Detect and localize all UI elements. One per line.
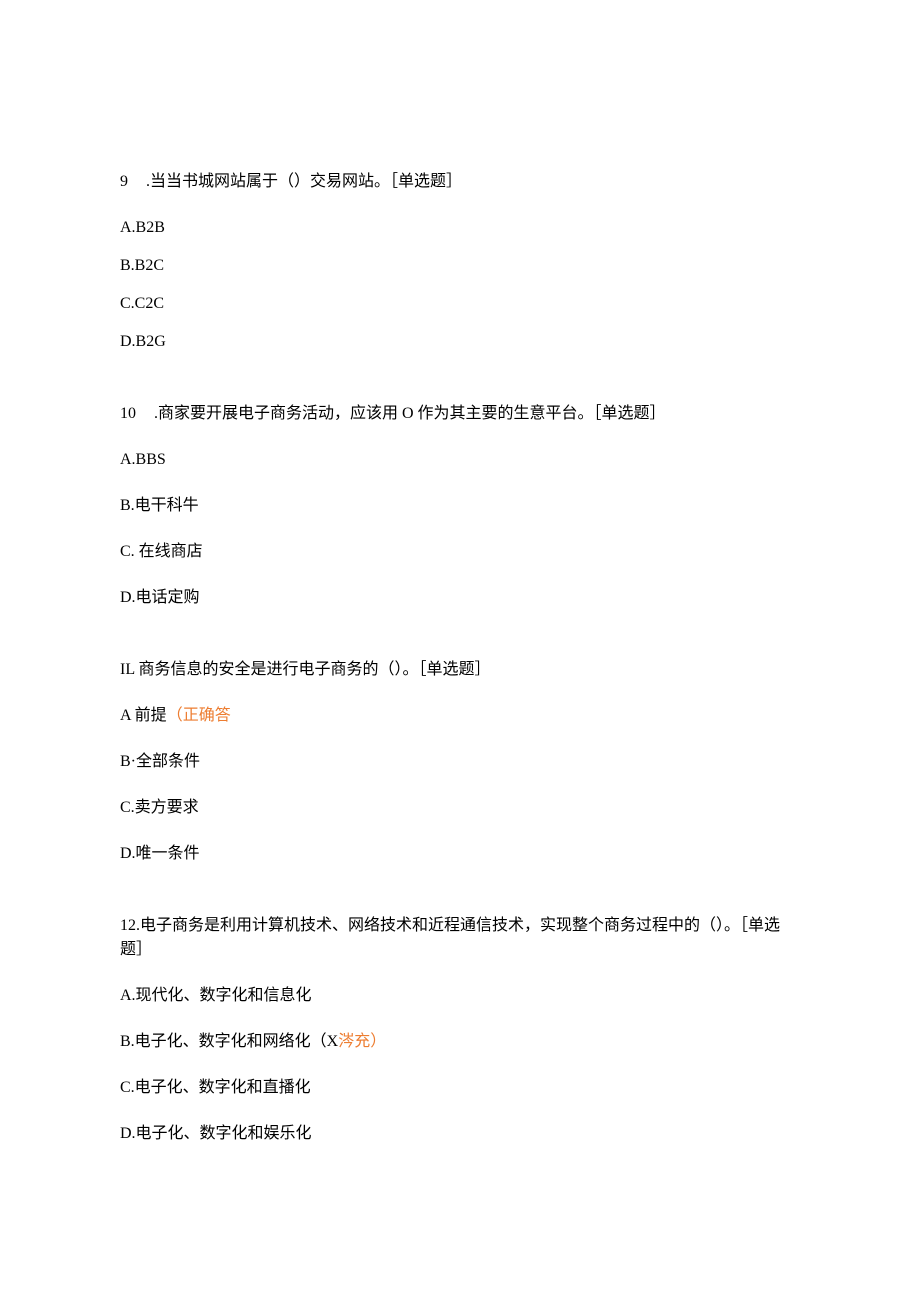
option-a: A.现代化、数字化和信息化 — [120, 984, 800, 1008]
answer-hint: 涔充） — [338, 1033, 386, 1050]
option-b: B.电干科牛 — [120, 494, 800, 518]
question-stem-text: 电子商务是利用计算机技术、网络技术和近程通信技术，实现整个商务过程中的（）。［单… — [120, 917, 780, 958]
option-b: B.电子化、数字化和网络化（X涔充） — [120, 1030, 800, 1054]
option-a: A.B2B — [120, 216, 800, 240]
option-text: A 前提 — [120, 707, 167, 724]
question-9: 9 .当当书城网站属于（）交易网站。［单选题］ A.B2B B.B2C C.C2C… — [120, 170, 800, 354]
question-stem: 9 .当当书城网站属于（）交易网站。［单选题］ — [120, 170, 800, 194]
option-a: A 前提（正确答 — [120, 704, 800, 728]
question-stem-text: .商家要开展电子商务活动，应该用 O 作为其主要的生意平台。［单选题］ — [154, 405, 666, 422]
question-stem: 10 .商家要开展电子商务活动，应该用 O 作为其主要的生意平台。［单选题］ — [120, 402, 800, 426]
question-number: 9 — [120, 173, 128, 190]
question-number: IL — [120, 661, 135, 678]
option-c: C.电子化、数字化和直播化 — [120, 1076, 800, 1100]
question-stem-text: 商务信息的安全是进行电子商务的（）。［单选题］ — [139, 661, 491, 678]
option-d: D.电子化、数字化和娱乐化 — [120, 1122, 800, 1146]
question-stem-text: .当当书城网站属于（）交易网站。［单选题］ — [146, 173, 462, 190]
question-10: 10 .商家要开展电子商务活动，应该用 O 作为其主要的生意平台。［单选题］ A.… — [120, 402, 800, 610]
option-a: A.BBS — [120, 448, 800, 472]
question-12: 12.电子商务是利用计算机技术、网络技术和近程通信技术，实现整个商务过程中的（）… — [120, 914, 800, 1146]
question-number: 12. — [120, 917, 140, 934]
option-d: D.唯一条件 — [120, 842, 800, 866]
answer-hint: （正确答 — [167, 707, 231, 724]
option-c: C.卖方要求 — [120, 796, 800, 820]
option-c: C.C2C — [120, 292, 800, 316]
option-d: D.电话定购 — [120, 586, 800, 610]
question-11: IL 商务信息的安全是进行电子商务的（）。［单选题］ A 前提（正确答 B·全部… — [120, 658, 800, 866]
question-stem: 12.电子商务是利用计算机技术、网络技术和近程通信技术，实现整个商务过程中的（）… — [120, 914, 800, 962]
question-number: 10 — [120, 405, 136, 422]
option-text: B.电子化、数字化和网络化（X — [120, 1033, 338, 1050]
option-b: B.B2C — [120, 254, 800, 278]
option-b: B·全部条件 — [120, 750, 800, 774]
option-c: C. 在线商店 — [120, 540, 800, 564]
option-d: D.B2G — [120, 330, 800, 354]
question-stem: IL 商务信息的安全是进行电子商务的（）。［单选题］ — [120, 658, 800, 682]
